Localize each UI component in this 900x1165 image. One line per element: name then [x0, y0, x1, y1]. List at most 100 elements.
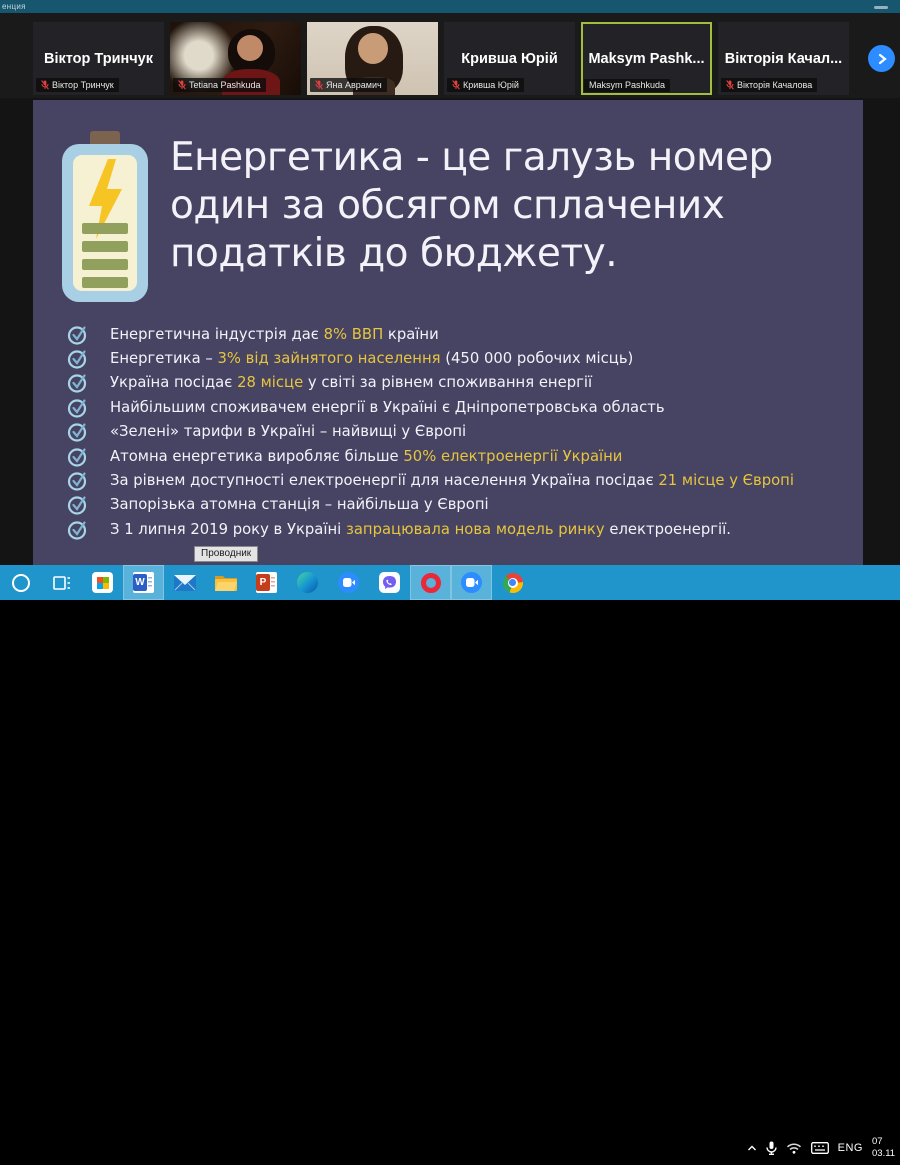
- check-icon: [67, 496, 87, 516]
- muted-mic-icon: [178, 80, 186, 90]
- bullet-text: Атомна енергетика виробляє більше 50% ел…: [110, 447, 623, 465]
- taskbar-items: WP: [0, 565, 533, 600]
- bullet-item: Запорізька атомна станція – найбільша у …: [67, 493, 847, 517]
- bullet-text: Найбільшим споживачем енергії в Україні …: [110, 398, 665, 416]
- participant-tile[interactable]: Maksym Pashk... Maksym Pashkuda: [581, 22, 712, 95]
- tooltip: Проводник: [194, 546, 259, 562]
- bullet-list: Енергетична індустрія дає 8% ВВП країни Е…: [67, 322, 847, 542]
- participant-label: Віктор Тринчук: [36, 78, 119, 92]
- participant-tile[interactable]: Віктор Тринчук Віктор Тринчук: [33, 22, 164, 95]
- bullet-text: З 1 липня 2019 року в Україні запрацювал…: [110, 520, 731, 538]
- check-icon: [67, 374, 87, 394]
- check-icon: [67, 350, 87, 369]
- check-icon: [67, 326, 87, 345]
- participant-label: Яна Аврамич: [310, 78, 387, 92]
- bullet-item: Україна посідає 28 місце у світі за рівн…: [67, 371, 847, 395]
- check-icon: [67, 521, 87, 540]
- cortana-icon: [11, 573, 30, 592]
- window-titlebar: енция: [0, 0, 900, 13]
- taskbar-item-chrome[interactable]: [492, 565, 533, 600]
- bullet-text: Енергетична індустрія дає 8% ВВП країни: [110, 325, 439, 343]
- participant-label-text: Віктор Тринчук: [52, 79, 114, 90]
- participant-tile[interactable]: Кривша Юрій Кривша Юрій: [444, 22, 575, 95]
- participant-tile[interactable]: Яна Аврамич: [307, 22, 438, 95]
- participant-tile[interactable]: Вікторія Качал... Вікторія Качалова: [718, 22, 849, 95]
- taskbar-item-edge[interactable]: [287, 565, 328, 600]
- participant-label: Maksym Pashkuda: [584, 79, 671, 92]
- taskbar-item-cortana[interactable]: [0, 565, 41, 600]
- muted-mic-icon: [315, 80, 323, 90]
- presentation-slide: Енергетика - це галузь номер один за обс…: [33, 100, 863, 565]
- powerpoint-icon: P: [256, 572, 277, 593]
- edge-icon: [297, 572, 318, 593]
- bullet-text: За рівнем доступності електроенергії для…: [110, 472, 794, 490]
- zoom-icon: [338, 572, 359, 593]
- muted-mic-icon: [41, 80, 49, 90]
- check-icon: [67, 423, 87, 442]
- tray-expand-icon[interactable]: [747, 1144, 757, 1152]
- task-view-icon: [52, 575, 71, 591]
- check-icon: [67, 472, 87, 491]
- muted-mic-icon: [452, 80, 460, 90]
- bullet-text: Запорізька атомна станція – найбільша у …: [110, 496, 489, 514]
- microphone-icon[interactable]: [765, 1141, 777, 1155]
- taskbar-item-opera[interactable]: [410, 565, 451, 600]
- bullet-text: Енергетика – 3% від зайнятого населення …: [110, 350, 634, 368]
- participant-tile[interactable]: Tetiana Pashkuda: [170, 22, 301, 95]
- taskbar-item-powerpoint[interactable]: P: [246, 565, 287, 600]
- battery-icon: [62, 131, 148, 302]
- minimize-button[interactable]: [874, 6, 888, 9]
- word-icon: W: [133, 572, 154, 593]
- taskbar-item-mail[interactable]: [164, 565, 205, 600]
- participant-tiles: Віктор Тринчук Віктор Тринчук Tetiana Pash…: [33, 22, 849, 95]
- taskbar-item-viber[interactable]: [369, 565, 410, 600]
- taskbar-item-word[interactable]: W: [123, 565, 164, 600]
- file-explorer-icon: [214, 574, 237, 591]
- taskbar-item-microsoft-store[interactable]: [82, 565, 123, 600]
- participant-label-text: Яна Аврамич: [326, 79, 382, 90]
- opera-icon: [420, 572, 441, 593]
- participant-label: Tetiana Pashkuda: [173, 78, 266, 92]
- slide-title: Енергетика - це галузь номер один за обс…: [170, 134, 850, 278]
- bullet-item: Енергетика – 3% від зайнятого населення …: [67, 346, 847, 370]
- clock-date: 03.11: [872, 1147, 896, 1159]
- bullet-item: Енергетична індустрія дає 8% ВВП країни: [67, 322, 847, 346]
- bullet-item: За рівнем доступності електроенергії для…: [67, 468, 847, 492]
- participant-strip: Віктор Тринчук Віктор Тринчук Tetiana Pash…: [0, 13, 900, 98]
- muted-mic-icon: [726, 80, 734, 90]
- bullet-text: «Зелені» тарифи в Україні – найвищі у Єв…: [110, 423, 467, 441]
- wifi-icon[interactable]: [786, 1142, 802, 1154]
- bullet-text: Україна посідає 28 місце у світі за рівн…: [110, 374, 593, 392]
- taskbar: WP ENG 07 03.11: [0, 565, 900, 1159]
- slide-title-line: Енергетика - це галузь номер: [170, 135, 773, 180]
- touch-keyboard-icon[interactable]: [810, 1141, 829, 1154]
- zoom-meeting-icon: [461, 572, 482, 593]
- bullet-item: Найбільшим споживачем енергії в Україні …: [67, 395, 847, 419]
- shared-screen: Енергетика - це галузь номер один за обс…: [0, 98, 900, 565]
- participant-video: [358, 32, 389, 64]
- participant-label-text: Maksym Pashkuda: [589, 80, 666, 90]
- mail-icon: [173, 574, 196, 591]
- check-icon: [67, 448, 87, 467]
- taskbar-item-zoom[interactable]: [328, 565, 369, 600]
- taskbar-item-zoom-meeting[interactable]: [451, 565, 492, 600]
- clock[interactable]: 07 03.11: [872, 1136, 898, 1160]
- participant-label-text: Вікторія Качалова: [737, 79, 813, 90]
- slide-title-line: один за обсягом сплачених: [170, 183, 725, 228]
- taskbar-item-file-explorer[interactable]: [205, 565, 246, 600]
- app-window: енция Віктор Тринчук Віктор Тринчук Tetian…: [0, 0, 900, 1159]
- bullet-item: З 1 липня 2019 року в Україні запрацювал…: [67, 517, 847, 541]
- window-title: енция: [2, 2, 26, 11]
- next-participants-button[interactable]: [868, 45, 895, 72]
- microsoft-store-icon: [92, 572, 113, 593]
- check-icon: [67, 399, 87, 418]
- participant-label: Кривша Юрій: [447, 78, 524, 92]
- clock-time: 07: [872, 1135, 883, 1147]
- language-indicator[interactable]: ENG: [838, 1142, 863, 1154]
- bullet-item: «Зелені» тарифи в Україні – найвищі у Єв…: [67, 420, 847, 444]
- slide-title-line: податків до бюджету.: [170, 231, 618, 276]
- chrome-icon: [502, 572, 523, 593]
- taskbar-item-task-view[interactable]: [41, 565, 82, 600]
- viber-icon: [379, 572, 400, 593]
- chevron-right-icon: [878, 53, 887, 64]
